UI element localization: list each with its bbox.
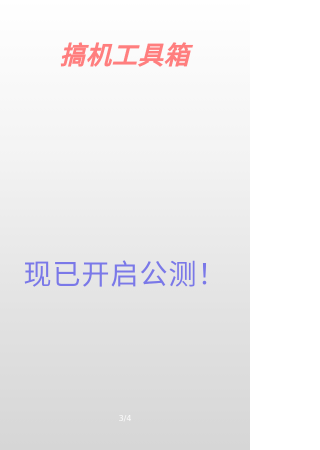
public-beta-headline: 现已开启公测！ bbox=[23, 258, 227, 291]
page-indicator: 3/4 bbox=[118, 414, 132, 423]
splash-page: 搞机工具箱 现已开启公测！ 3/4 bbox=[0, 0, 250, 450]
app-title: 搞机工具箱 bbox=[59, 41, 190, 70]
